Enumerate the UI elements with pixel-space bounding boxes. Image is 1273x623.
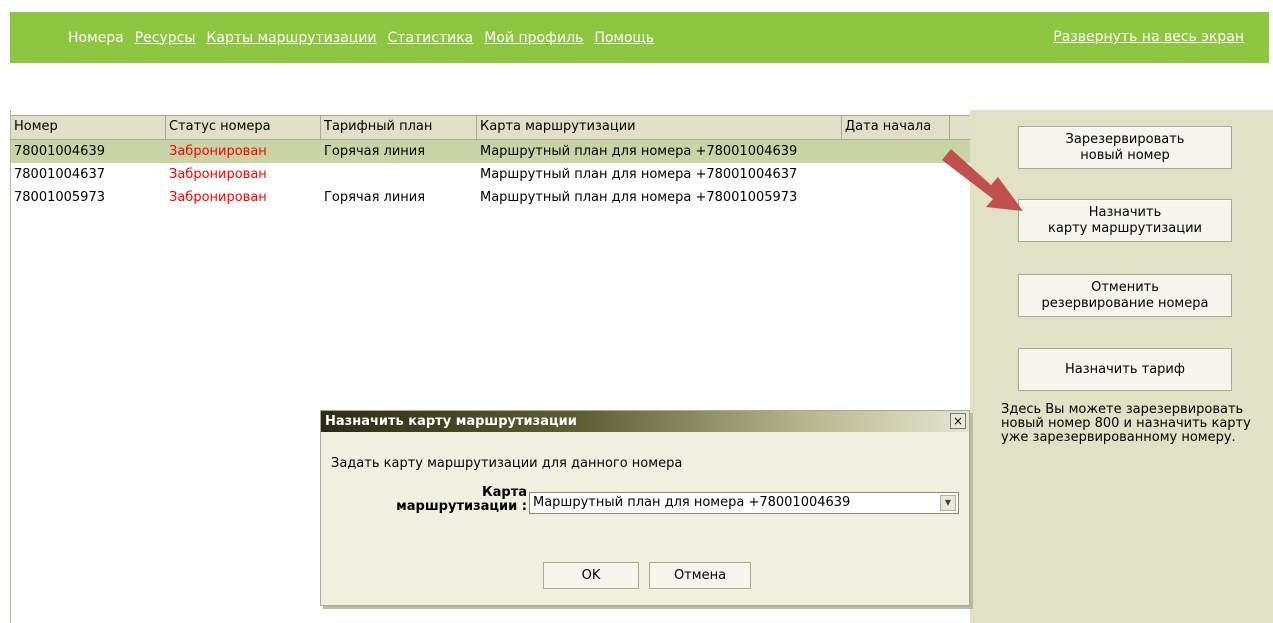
reserve-number-line2: новый номер (1080, 147, 1170, 163)
cell-start-date (842, 163, 845, 186)
cell-number: 78001004637 (14, 167, 105, 182)
nav-item-numbers[interactable]: Номера (68, 30, 124, 46)
cell-tariff (321, 163, 324, 186)
assign-tariff-label: Назначить тариф (1065, 361, 1185, 377)
routing-map-label-line2: маршрутизации : (396, 499, 527, 514)
fullscreen-link[interactable]: Развернуть на весь экран (1053, 12, 1244, 63)
nav-item-help[interactable]: Помощь (594, 30, 654, 46)
routing-map-label-line1: Карта (481, 485, 527, 500)
dialog-title: Назначить карту маршрутизации (325, 414, 577, 429)
routing-map-select[interactable]: Маршрутный план для номера +78001004639 … (529, 492, 959, 514)
column-header-tariff[interactable]: Тарифный план (321, 116, 477, 139)
cell-number: 78001005973 (14, 190, 105, 205)
cell-routing-map: Маршрутный план для номера +78001004637 (480, 167, 798, 182)
cell-status: Забронирован (169, 190, 267, 205)
assign-routing-map-line2: карту маршрутизации (1048, 220, 1202, 236)
nav-item-profile[interactable]: Мой профиль (484, 30, 583, 46)
column-header-start-date[interactable]: Дата начала (842, 116, 950, 139)
cell-status: Забронирован (169, 144, 267, 159)
cell-routing-map: Маршрутный план для номера +78001004639 (480, 144, 798, 159)
cancel-reservation-line2: резервирование номера (1041, 295, 1209, 311)
table-header: Номер Статус номера Тарифный план Карта … (11, 115, 971, 140)
nav-item-resources[interactable]: Ресурсы (135, 30, 196, 46)
cancel-button[interactable]: Отмена (649, 562, 751, 589)
assign-routing-map-line1: Назначить (1088, 204, 1162, 220)
cell-tariff: Горячая линия (324, 144, 426, 159)
reserve-number-button-label: Зарезервировать новый номер (1066, 132, 1185, 164)
column-header-number[interactable]: Номер (11, 116, 166, 139)
dialog-titlebar[interactable]: Назначить карту маршрутизации × (321, 411, 969, 432)
cell-start-date (842, 186, 845, 209)
top-nav: Номера Ресурсы Карты маршрутизации Стати… (10, 12, 1269, 63)
column-header-routing-map[interactable]: Карта маршрутизации (477, 116, 842, 139)
routing-map-label: Карта маршрутизации : (331, 486, 527, 514)
assign-routing-map-button-label: Назначить карту маршрутизации (1048, 205, 1202, 237)
cancel-reservation-button-label: Отменить резервирование номера (1042, 280, 1209, 312)
nav-links: Номера Ресурсы Карты маршрутизации Стати… (68, 12, 665, 63)
cell-start-date (842, 140, 845, 163)
assign-routing-map-dialog: Назначить карту маршрутизации × Задать к… (320, 410, 970, 606)
nav-item-statistics[interactable]: Статистика (388, 30, 474, 46)
chevron-down-icon[interactable]: ▼ (940, 495, 956, 511)
nav-item-routing-maps[interactable]: Карты маршрутизации (206, 30, 376, 46)
cancel-reservation-line1: Отменить (1091, 279, 1159, 295)
cell-status: Забронирован (169, 167, 267, 182)
routing-map-select-value: Маршрутный план для номера +78001004639 (533, 495, 851, 510)
table-body: 78001004639 Забронирован Горячая линия М… (11, 140, 971, 209)
reserve-number-line1: Зарезервировать (1065, 131, 1185, 147)
table-row[interactable]: 78001005973 Забронирован Горячая линия М… (11, 186, 971, 209)
reserve-number-button[interactable]: Зарезервировать новый номер (1018, 126, 1232, 169)
cell-number: 78001004639 (14, 144, 105, 159)
cancel-reservation-button[interactable]: Отменить резервирование номера (1018, 274, 1232, 317)
assign-tariff-button[interactable]: Назначить тариф (1018, 348, 1232, 391)
table-row[interactable]: 78001004639 Забронирован Горячая линия М… (11, 140, 971, 163)
table-row[interactable]: 78001004637 Забронирован Маршрутный план… (11, 163, 971, 186)
help-text: Здесь Вы можете зарезервировать новый но… (1001, 402, 1251, 445)
close-icon[interactable]: × (950, 413, 966, 429)
ok-button[interactable]: OK (543, 562, 639, 589)
cell-tariff: Горячая линия (324, 190, 426, 205)
assign-routing-map-button[interactable]: Назначить карту маршрутизации (1018, 199, 1232, 242)
cell-routing-map: Маршрутный план для номера +78001005973 (480, 190, 798, 205)
dialog-message: Задать карту маршрутизации для данного н… (331, 456, 683, 471)
column-header-status[interactable]: Статус номера (166, 116, 321, 139)
actions-sidebar: Зарезервировать новый номер Назначить ка… (970, 110, 1273, 623)
column-header-filler (950, 116, 971, 139)
